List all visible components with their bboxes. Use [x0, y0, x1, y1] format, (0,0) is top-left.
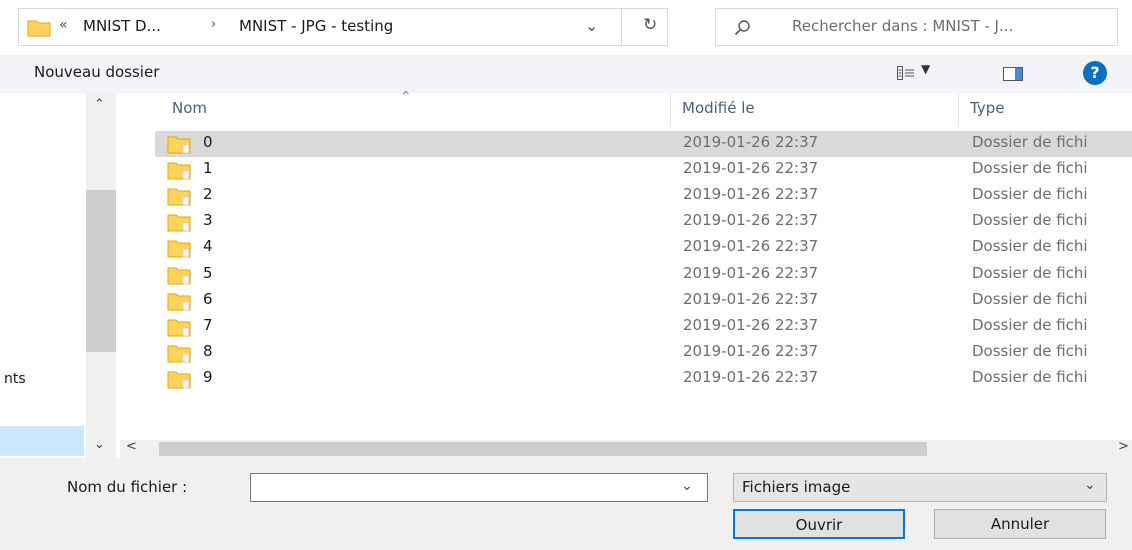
file-modified: 2019-01-26 22:37 — [683, 315, 819, 334]
horizontal-scrollbar[interactable]: < > — [120, 439, 1132, 458]
sort-ascending-icon: ⌃ — [400, 89, 412, 105]
cancel-button[interactable]: Annuler — [934, 509, 1106, 539]
file-row[interactable]: 7 2019-01-26 22:37 Dossier de fichi — [155, 314, 1132, 340]
folder-icon — [167, 291, 191, 315]
folder-icon — [167, 186, 191, 210]
file-row[interactable]: 3 2019-01-26 22:37 Dossier de fichi — [155, 209, 1132, 235]
view-dropdown-arrow[interactable]: ▼ — [921, 62, 930, 76]
folder-icon — [167, 160, 191, 184]
file-row[interactable]: 4 2019-01-26 22:37 Dossier de fichi — [155, 235, 1132, 261]
file-name[interactable]: 8 — [203, 342, 213, 360]
address-overflow-chevron[interactable]: « — [59, 17, 68, 33]
scroll-right-icon[interactable]: > — [1118, 439, 1129, 454]
folder-icon — [167, 134, 191, 158]
nav-vertical-scrollbar[interactable]: ⌃ ⌄ — [86, 93, 116, 458]
filename-input[interactable]: ⌄ — [250, 473, 708, 502]
breadcrumb-segment-parent[interactable]: MNIST D... — [83, 17, 161, 35]
help-icon[interactable]: ? — [1083, 61, 1107, 85]
file-type: Dossier de fichi — [972, 237, 1088, 256]
file-type: Dossier de fichi — [972, 367, 1088, 386]
column-header-type[interactable]: Type — [970, 99, 1004, 117]
file-row[interactable]: 9 2019-01-26 22:37 Dossier de fichi — [155, 366, 1132, 392]
file-row[interactable]: 1 2019-01-26 22:37 Dossier de fichi — [155, 157, 1132, 183]
folder-icon — [27, 19, 51, 41]
file-name[interactable]: 1 — [203, 159, 213, 177]
search-box[interactable]: Rechercher dans : MNIST - J... — [715, 8, 1118, 46]
search-placeholder[interactable]: Rechercher dans : MNIST - J... — [792, 17, 1013, 35]
folder-icon — [167, 212, 191, 236]
column-header-modified[interactable]: Modifié le — [682, 99, 755, 117]
dialog-footer: Nom du fichier : ⌄ Fichiers image ⌄ Ouvr… — [0, 458, 1132, 550]
file-name[interactable]: 6 — [203, 290, 213, 308]
folder-icon — [167, 238, 191, 262]
scroll-up-icon[interactable]: ⌃ — [94, 97, 105, 112]
file-list: Nom ⌃ Modifié le Type 0 2019-01-26 22:37 D… — [120, 89, 1132, 440]
breadcrumb-segment-current[interactable]: MNIST - JPG - testing — [239, 17, 393, 35]
view-options-icon[interactable] — [897, 66, 915, 84]
chevron-down-icon[interactable]: ⌄ — [1084, 477, 1096, 493]
file-name[interactable]: 4 — [203, 237, 213, 255]
file-name[interactable]: 5 — [203, 264, 213, 282]
chevron-down-icon[interactable]: ⌄ — [585, 16, 598, 35]
chevron-down-icon[interactable]: ⌄ — [681, 478, 693, 494]
file-type: Dossier de fichi — [972, 211, 1088, 230]
navigation-pane: nts ⌃ ⌄ — [0, 93, 120, 458]
file-modified: 2019-01-26 22:37 — [683, 263, 819, 282]
breadcrumb-separator[interactable]: › — [211, 17, 216, 32]
search-icon — [734, 19, 752, 41]
nav-selected-item[interactable] — [0, 426, 84, 456]
file-modified: 2019-01-26 22:37 — [683, 133, 819, 151]
scroll-left-icon[interactable]: < — [126, 439, 137, 454]
file-row[interactable]: 6 2019-01-26 22:37 Dossier de fichi — [155, 288, 1132, 314]
file-type: Dossier de fichi — [972, 315, 1088, 334]
folder-icon — [167, 369, 191, 393]
folder-icon — [167, 317, 191, 341]
file-name[interactable]: 2 — [203, 185, 213, 203]
address-divider — [621, 9, 622, 45]
file-modified: 2019-01-26 22:37 — [683, 237, 819, 256]
file-type: Dossier de fichi — [972, 341, 1088, 360]
filetype-value[interactable]: Fichiers image — [742, 478, 850, 496]
column-header-name[interactable]: Nom — [172, 99, 207, 117]
file-row[interactable]: 8 2019-01-26 22:37 Dossier de fichi — [155, 340, 1132, 366]
column-divider[interactable] — [670, 93, 671, 126]
file-name[interactable]: 3 — [203, 211, 213, 229]
file-type: Dossier de fichi — [972, 263, 1088, 282]
file-type: Dossier de fichi — [972, 159, 1088, 178]
new-folder-button[interactable]: Nouveau dossier — [34, 63, 159, 81]
file-row[interactable]: 2 2019-01-26 22:37 Dossier de fichi — [155, 183, 1132, 209]
file-row[interactable]: 5 2019-01-26 22:37 Dossier de fichi — [155, 262, 1132, 288]
scrollbar-thumb[interactable] — [86, 190, 116, 352]
scrollbar-thumb[interactable] — [159, 442, 927, 456]
command-toolbar: Nouveau dossier ▼ ? — [0, 55, 1132, 93]
refresh-icon[interactable]: ↻ — [643, 15, 657, 35]
file-name[interactable]: 9 — [203, 368, 213, 386]
open-button[interactable]: Ouvrir — [733, 509, 905, 539]
file-modified: 2019-01-26 22:37 — [683, 367, 819, 386]
file-type: Dossier de fichi — [972, 185, 1088, 204]
address-bar[interactable]: « MNIST D... › MNIST - JPG - testing ⌄ ↻ — [18, 8, 668, 46]
filename-label: Nom du fichier : — [67, 478, 188, 496]
folder-icon — [167, 265, 191, 289]
file-modified: 2019-01-26 22:37 — [683, 159, 819, 178]
scroll-down-icon[interactable]: ⌄ — [94, 437, 105, 452]
file-modified: 2019-01-26 22:37 — [683, 185, 819, 204]
file-type: Dossier de fichi — [972, 289, 1088, 308]
file-modified: 2019-01-26 22:37 — [683, 211, 819, 230]
file-type: Dossier de fichi — [972, 133, 1088, 151]
file-row[interactable]: 0 2019-01-26 22:37 Dossier de fichi — [155, 131, 1132, 157]
file-modified: 2019-01-26 22:37 — [683, 289, 819, 308]
column-divider[interactable] — [958, 93, 959, 126]
file-modified: 2019-01-26 22:37 — [683, 341, 819, 360]
file-name[interactable]: 7 — [203, 316, 213, 334]
filetype-select[interactable]: Fichiers image ⌄ — [733, 473, 1107, 502]
nav-item-label[interactable]: nts — [4, 371, 26, 387]
preview-pane-icon[interactable] — [1003, 67, 1023, 85]
folder-icon — [167, 343, 191, 367]
file-name[interactable]: 0 — [203, 133, 213, 151]
